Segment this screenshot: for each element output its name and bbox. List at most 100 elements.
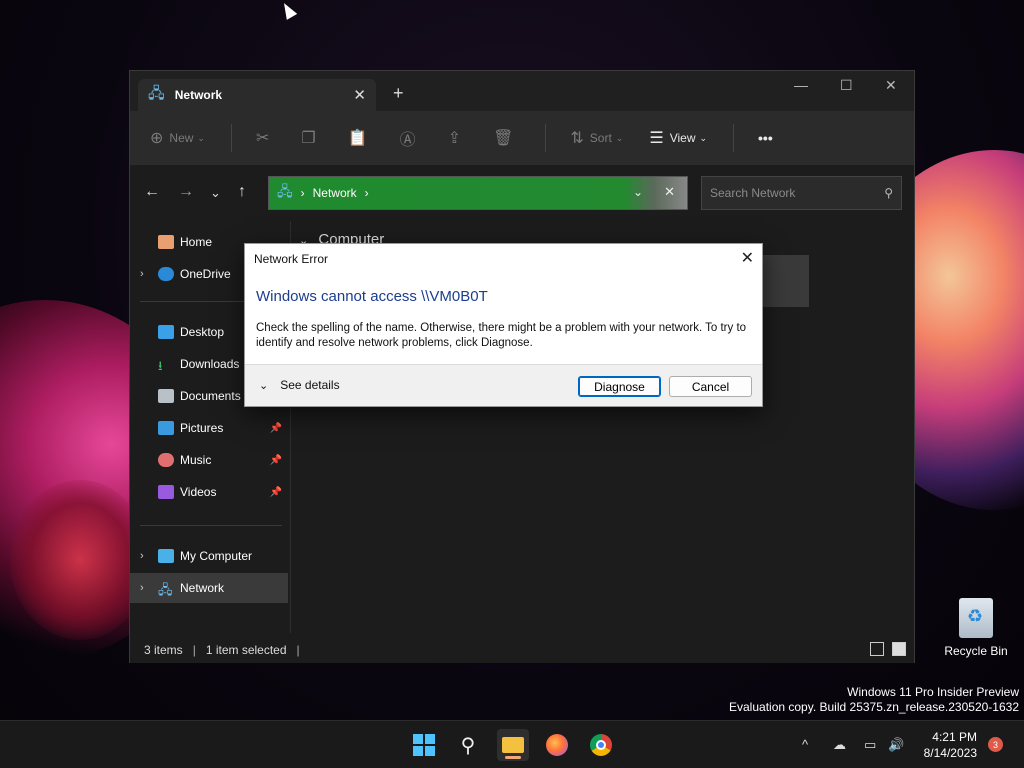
search-button[interactable]: ⚲ (452, 729, 484, 761)
back-button[interactable]: ← (144, 183, 160, 201)
divider (140, 525, 282, 526)
watermark-line: Windows 11 Pro Insider Preview (847, 685, 1019, 699)
share-button[interactable]: ⇪ (448, 128, 467, 148)
desktop-icon (158, 325, 174, 339)
search-input[interactable]: Search Network ⚲ (701, 176, 902, 210)
chevron-down-icon: ⌄ (259, 379, 269, 392)
close-dialog-button[interactable]: ✕ (741, 248, 754, 268)
download-icon: ⭳ (158, 358, 163, 373)
title-bar: 🖧 Network ✕ + — ☐ ✕ (130, 71, 914, 111)
start-button[interactable] (408, 729, 440, 761)
close-window-button[interactable]: ✕ (885, 77, 897, 94)
firefox-taskbar-button[interactable] (541, 729, 573, 761)
view-button[interactable]: ☰ View ⌄ (649, 128, 707, 148)
tab-title: Network (174, 88, 223, 102)
sort-icon: ⇅ (570, 130, 584, 147)
sidebar-item-label: Desktop (180, 325, 225, 339)
recent-locations-button[interactable]: ⌄ (210, 185, 221, 201)
home-icon (158, 235, 174, 249)
clock-time: 4:21 PM (932, 730, 977, 744)
address-row: ← → ⌄ ↑ 🖧 › Network › ⌄ ✕ Search Network… (130, 165, 914, 221)
sidebar-item-pictures[interactable]: Pictures 📌 (130, 413, 288, 443)
sidebar-item-my-computer[interactable]: › My Computer (130, 541, 288, 571)
new-button[interactable]: ⊕ New ⌄ (150, 128, 205, 148)
divider: | (192, 643, 196, 657)
recycle-bin-icon[interactable]: Recycle Bin (940, 598, 1012, 658)
cloud-icon (158, 267, 174, 281)
pictures-icon (158, 421, 174, 435)
clear-address-icon[interactable]: ✕ (664, 184, 675, 200)
music-icon (158, 453, 174, 467)
breadcrumb-network[interactable]: Network (313, 186, 357, 200)
diagnose-button[interactable]: Diagnose (578, 376, 661, 397)
firefox-icon (546, 734, 568, 756)
file-explorer-taskbar-button[interactable] (497, 729, 529, 761)
address-bar[interactable]: 🖧 › Network › ⌄ ✕ (268, 176, 688, 210)
pin-icon: 📌 (269, 422, 282, 434)
evaluation-watermark: Windows 11 Pro Insider Preview Evaluatio… (729, 685, 1019, 715)
see-more-button[interactable]: ••• (758, 130, 773, 146)
selected-item-tile[interactable] (761, 255, 809, 307)
clock[interactable]: 4:21 PM 8/14/2023 (924, 729, 977, 761)
copy-icon: ❐ (301, 130, 316, 147)
clock-date: 8/14/2023 (923, 746, 977, 760)
rename-button[interactable]: Ⓐ (400, 126, 422, 150)
scissors-icon: ✂ (255, 130, 270, 147)
see-details-toggle[interactable]: ⌄ See details (259, 378, 340, 392)
close-tab-icon[interactable]: ✕ (353, 86, 366, 104)
sort-button[interactable]: ⇅ Sort ⌄ (570, 128, 623, 148)
new-tab-button[interactable]: + (393, 83, 404, 104)
sidebar-item-label: Home (180, 235, 213, 249)
watermark-line: Evaluation copy. Build 25375.zn_release.… (729, 700, 1019, 714)
taskbar: ⚲ ^ ☁ ▭ 🔊 4:21 PM 8/14/2023 3 (0, 720, 1024, 768)
sidebar-item-label: Music (180, 453, 212, 467)
error-message: Check the spelling of the name. Otherwis… (256, 322, 747, 349)
sidebar-item-videos[interactable]: Videos 📌 (130, 477, 288, 507)
sidebar-item-label: Documents (180, 389, 241, 403)
recycle-bin-label: Recycle Bin (944, 644, 1008, 658)
paste-button[interactable]: 📋 (348, 128, 374, 148)
maximize-button[interactable]: ☐ (840, 77, 853, 94)
sidebar-item-network[interactable]: › 🖧 Network (130, 573, 288, 603)
view-list-icon: ☰ (649, 130, 664, 147)
sidebar-item-music[interactable]: Music 📌 (130, 445, 288, 475)
forward-button[interactable]: → (178, 183, 194, 201)
address-dropdown-icon[interactable]: ⌄ (633, 185, 643, 199)
details-view-icon[interactable] (870, 642, 884, 656)
notification-badge[interactable]: 3 (988, 737, 1003, 752)
tab-network[interactable]: 🖧 Network ✕ (138, 79, 376, 111)
item-count: 3 items (144, 643, 183, 657)
dialog-title: Network Error (254, 252, 329, 266)
cancel-button[interactable]: Cancel (669, 376, 752, 397)
network-status-icon[interactable]: ☁ (833, 737, 846, 753)
chrome-taskbar-button[interactable] (585, 729, 617, 761)
show-hidden-icons-button[interactable]: ^ (802, 737, 808, 752)
plus-circle-icon: ⊕ (150, 130, 164, 147)
search-icon: ⚲ (884, 186, 893, 200)
expand-chevron-icon[interactable]: › (140, 268, 158, 280)
clipboard-icon: 📋 (347, 130, 368, 147)
dialog-footer: ⌄ See details Diagnose Cancel (245, 364, 762, 406)
delete-button[interactable]: 🗑 (493, 128, 519, 148)
divider: | (296, 643, 300, 657)
minimize-button[interactable]: — (794, 77, 808, 93)
copy-button[interactable]: ❐ (301, 128, 321, 148)
rename-icon: Ⓐ (399, 132, 416, 149)
tiles-view-icon[interactable] (892, 642, 906, 656)
expand-chevron-icon[interactable]: › (140, 550, 158, 562)
error-heading: Windows cannot access \\VM0B0T (256, 288, 488, 305)
cut-button[interactable]: ✂ (256, 128, 275, 148)
display-icon[interactable]: ▭ (864, 737, 876, 753)
sidebar-item-label: OneDrive (180, 267, 231, 281)
breadcrumb-chevron-icon[interactable]: › (365, 186, 369, 200)
sidebar-item-label: Pictures (180, 421, 224, 435)
network-icon: 🖧 (277, 183, 293, 199)
trash-icon (959, 598, 993, 638)
chrome-icon (590, 734, 612, 756)
up-button[interactable]: ↑ (238, 183, 246, 201)
expand-chevron-icon[interactable]: › (140, 582, 158, 594)
sidebar-item-label: Videos (180, 485, 217, 499)
computer-icon (158, 549, 174, 563)
volume-icon[interactable]: 🔊 (888, 737, 904, 753)
sidebar-item-label: Network (180, 581, 225, 595)
